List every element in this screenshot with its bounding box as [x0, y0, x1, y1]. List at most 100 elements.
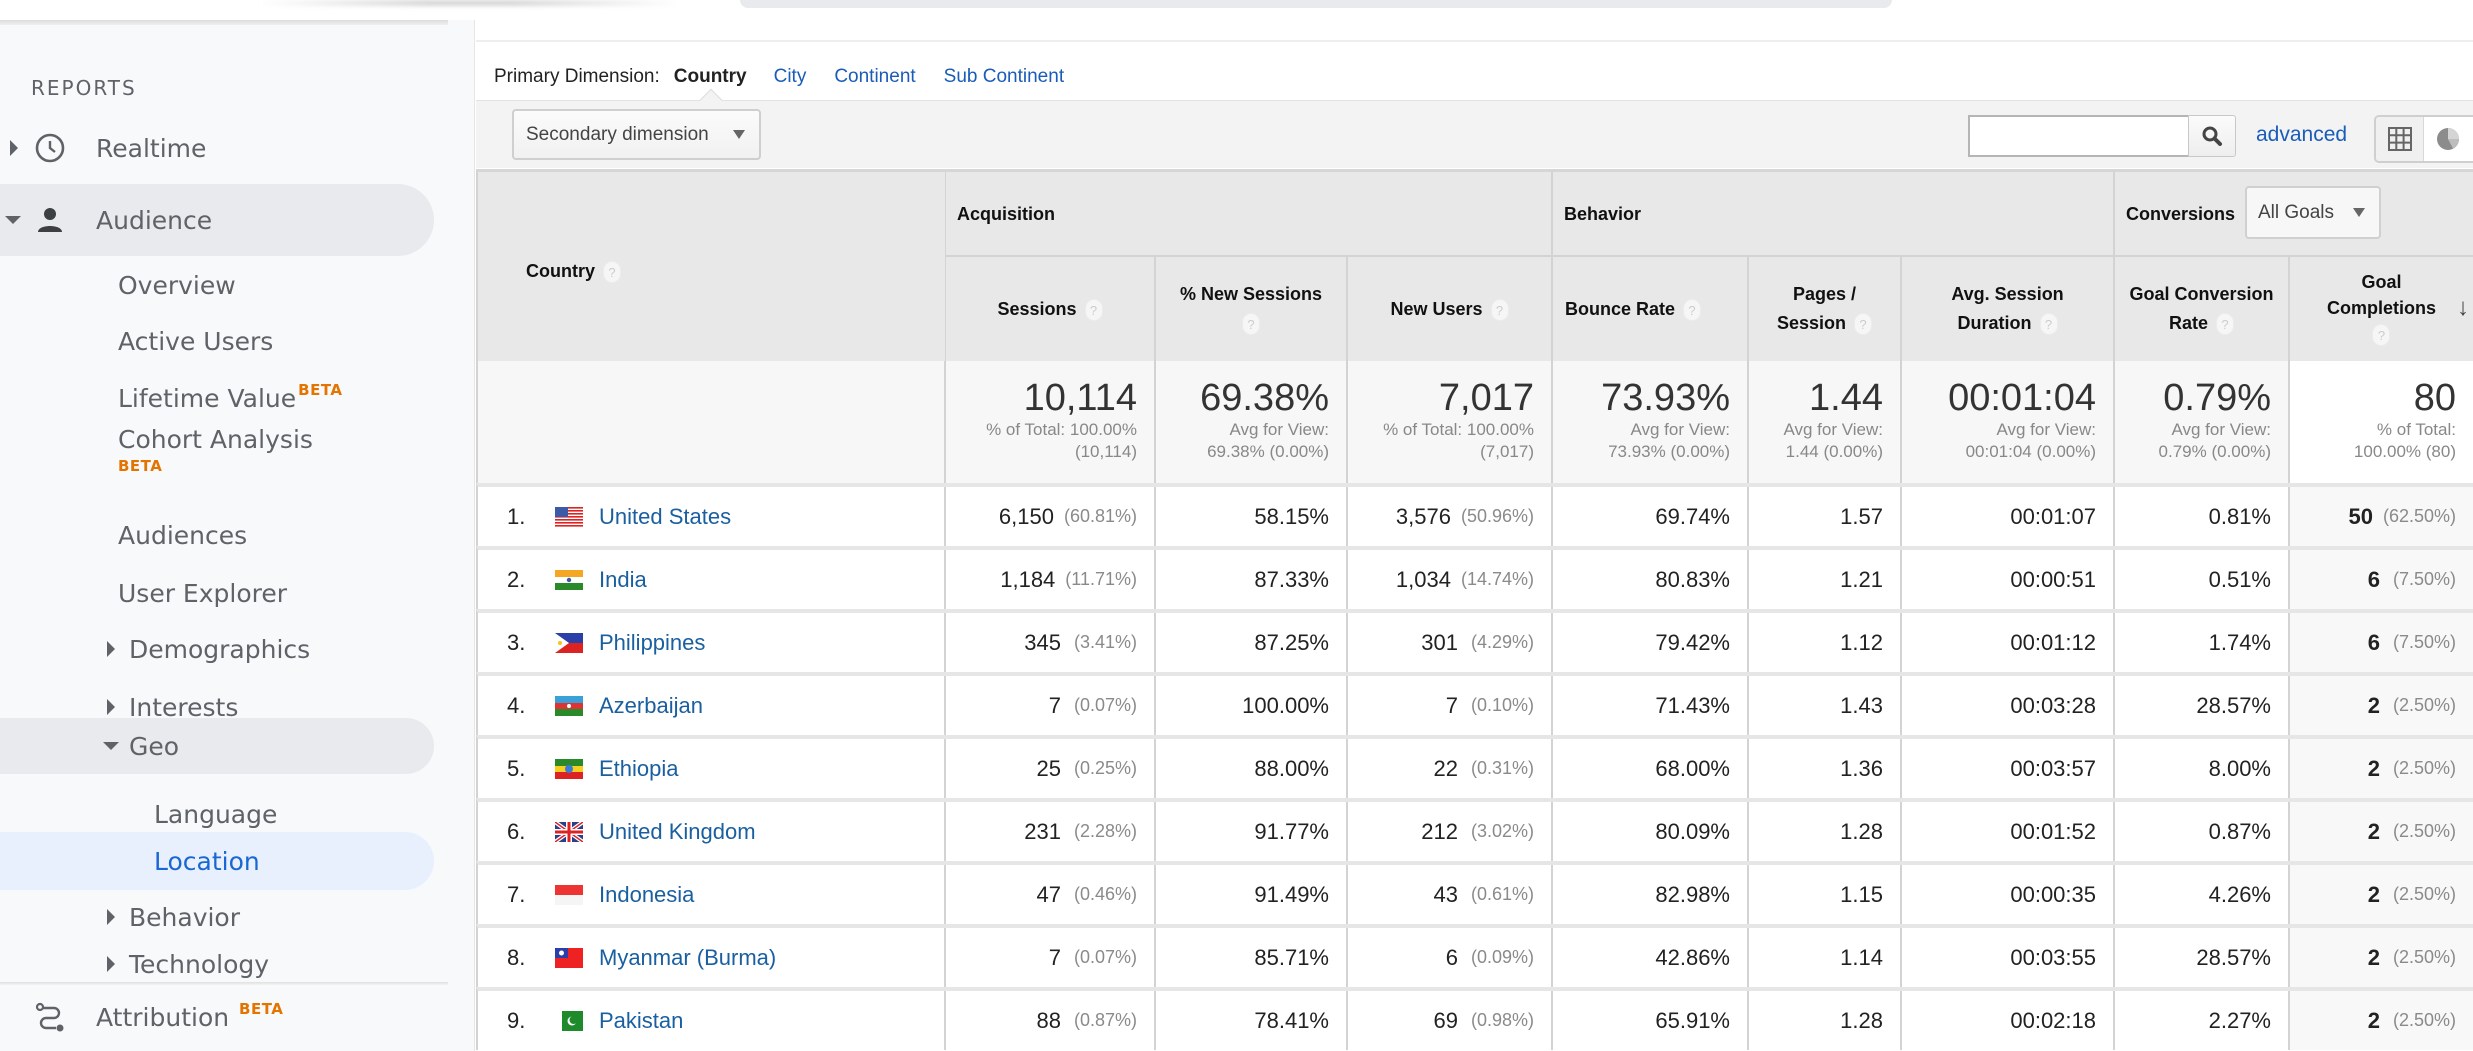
cell-percent: (0.09%): [1470, 947, 1534, 967]
cell-new-users: 301 (4.29%): [1348, 613, 1553, 672]
column-header-sessions[interactable]: Sessions?: [946, 255, 1156, 361]
table-filter-input[interactable]: [1968, 115, 2190, 157]
pie-chart-icon: [2437, 128, 2459, 150]
cell-goal-completions: 6 (7.50%): [2290, 613, 2473, 672]
sidebar-item-cohort-analysis[interactable]: Cohort Analysis BETA: [0, 415, 434, 491]
table-row: 3. Philippines 345 (3.41%) 87.25% 301 (4.29%) 7…: [476, 609, 2473, 672]
column-header-avg-session-duration[interactable]: Avg. Session Duration?: [1902, 255, 2115, 361]
total-goal-conversion-rate: 0.79% Avg for View: 0.79% (0.00%): [2115, 361, 2290, 483]
help-icon[interactable]: ?: [2372, 324, 2391, 347]
goal-selector-dropdown[interactable]: All Goals: [2245, 186, 2381, 239]
column-header-label: Goal: [2361, 272, 2402, 292]
cell-goal-completions: 2 (2.50%): [2290, 802, 2473, 861]
column-header-label: Duration: [1957, 313, 2032, 333]
cell-value: 42.86%: [1655, 944, 1730, 970]
sidebar-item-location[interactable]: Location: [0, 832, 434, 890]
group-header-label: Conversions: [2126, 204, 2236, 224]
cell-new-users: 69 (0.98%): [1348, 991, 1553, 1050]
table-row: 4. Azerbaijan 7 (0.07%) 100.00% 7 (0.10%) 71.43…: [476, 672, 2473, 735]
cell-bounce-rate: 65.91%: [1553, 991, 1749, 1050]
country-link[interactable]: Ethiopia: [599, 756, 679, 782]
sort-descending-icon[interactable]: ↓: [2457, 295, 2469, 321]
flag-id-icon: [555, 884, 583, 905]
cell-pages-session: 1.12: [1749, 613, 1902, 672]
cell-pages-session: 1.36: [1749, 739, 1902, 798]
country-link[interactable]: India: [599, 567, 647, 593]
cell-pct-new-sessions: 58.15%: [1156, 487, 1348, 546]
cell-value: 1.28: [1840, 1007, 1883, 1033]
help-icon[interactable]: ?: [2039, 313, 2058, 336]
table-view-button[interactable]: [2376, 117, 2424, 161]
group-header-conversions: Conversions All Goals: [2115, 169, 2473, 255]
primary-dimension-city[interactable]: City: [774, 66, 807, 88]
sidebar-item-realtime[interactable]: Realtime: [0, 112, 434, 184]
sidebar-item-attribution[interactable]: Attribution BETA: [0, 986, 434, 1048]
cell-sessions: 6,150 (60.81%): [946, 487, 1156, 546]
column-header-label: Bounce Rate: [1565, 298, 1676, 319]
cell-pct-new-sessions: 91.77%: [1156, 802, 1348, 861]
cell-avg-session-duration: 00:03:28: [1902, 676, 2115, 735]
cell-value: 00:02:18: [2010, 1007, 2096, 1033]
cell-pct-new-sessions: 78.41%: [1156, 991, 1348, 1050]
advanced-filter-link[interactable]: advanced: [2256, 123, 2347, 147]
cell-value: 2: [2367, 818, 2380, 844]
country-link[interactable]: Indonesia: [599, 882, 694, 908]
country-link[interactable]: Azerbaijan: [599, 693, 703, 719]
cell-value: 2: [2367, 881, 2380, 907]
group-header-label: Acquisition: [957, 204, 1055, 224]
country-link[interactable]: Philippines: [599, 630, 705, 656]
help-icon[interactable]: ?: [1490, 298, 1509, 321]
primary-dimension-sub-continent[interactable]: Sub Continent: [944, 66, 1064, 88]
view-toggle: [2374, 115, 2473, 163]
cell-value: 2: [2367, 755, 2380, 781]
secondary-dimension-dropdown[interactable]: Secondary dimension: [512, 109, 761, 160]
help-icon[interactable]: ?: [1854, 313, 1873, 336]
country-link[interactable]: United Kingdom: [599, 819, 756, 845]
sidebar-item-audience[interactable]: Audience: [0, 184, 434, 256]
column-header-bounce-rate[interactable]: Bounce Rate?: [1553, 255, 1749, 361]
cell-value: 1.36: [1840, 755, 1883, 781]
primary-dimension-continent[interactable]: Continent: [834, 66, 915, 88]
country-link[interactable]: Myanmar (Burma): [599, 945, 776, 971]
cell-goal-conversion-rate: 0.81%: [2115, 487, 2290, 546]
help-icon[interactable]: ?: [603, 261, 621, 284]
cell-percent: (2.50%): [2392, 947, 2456, 967]
country-link[interactable]: Pakistan: [599, 1008, 683, 1034]
column-header-pct-new-sessions[interactable]: % New Sessions?: [1156, 255, 1348, 361]
cell-percent: (2.50%): [2392, 1010, 2456, 1030]
column-header-goal-completions[interactable]: Goal Completions? ↓: [2290, 255, 2473, 361]
help-icon[interactable]: ?: [1084, 298, 1103, 321]
top-bar-shadow: [260, 0, 680, 6]
cell-percent: (2.50%): [2392, 821, 2456, 841]
column-header-new-users[interactable]: New Users?: [1348, 255, 1553, 361]
totals-dimension-cell: [478, 361, 946, 483]
search-button[interactable]: [2188, 115, 2236, 157]
column-header-pages-session[interactable]: Pages / Session?: [1749, 255, 1902, 361]
column-header-goal-conversion-rate[interactable]: Goal Conversion Rate?: [2115, 255, 2290, 361]
global-search-bar[interactable]: [740, 0, 1892, 8]
cell-value: 7: [1445, 692, 1458, 718]
sidebar-item-geo[interactable]: Geo: [0, 718, 434, 774]
cell-goal-conversion-rate: 4.26%: [2115, 865, 2290, 924]
cell-country: 5. Ethiopia: [478, 739, 946, 798]
cell-value: 1.43: [1840, 692, 1883, 718]
beta-badge: BETA: [298, 380, 343, 399]
primary-dimension-country[interactable]: Country: [674, 66, 747, 88]
cell-bounce-rate: 71.43%: [1553, 676, 1749, 735]
cell-goal-completions: 6 (7.50%): [2290, 550, 2473, 609]
cell-value: 7: [1048, 692, 1061, 718]
caret-right-icon: [107, 641, 115, 657]
help-icon[interactable]: ?: [1683, 298, 1702, 321]
cell-value: 100.00%: [1242, 692, 1329, 718]
cell-value: 87.33%: [1254, 566, 1329, 592]
cell-percent: (7.50%): [2392, 632, 2456, 652]
pie-view-button[interactable]: [2424, 117, 2472, 161]
cell-percent: (0.07%): [1073, 947, 1137, 967]
cell-value: 65.91%: [1655, 1007, 1730, 1033]
sidebar-item-behavior[interactable]: Behavior: [0, 889, 434, 945]
total-value: 1.44: [1809, 377, 1883, 419]
help-icon[interactable]: ?: [1242, 313, 1260, 336]
country-link[interactable]: United States: [599, 504, 731, 530]
column-header-country[interactable]: Country?: [476, 169, 947, 361]
help-icon[interactable]: ?: [2216, 313, 2234, 336]
